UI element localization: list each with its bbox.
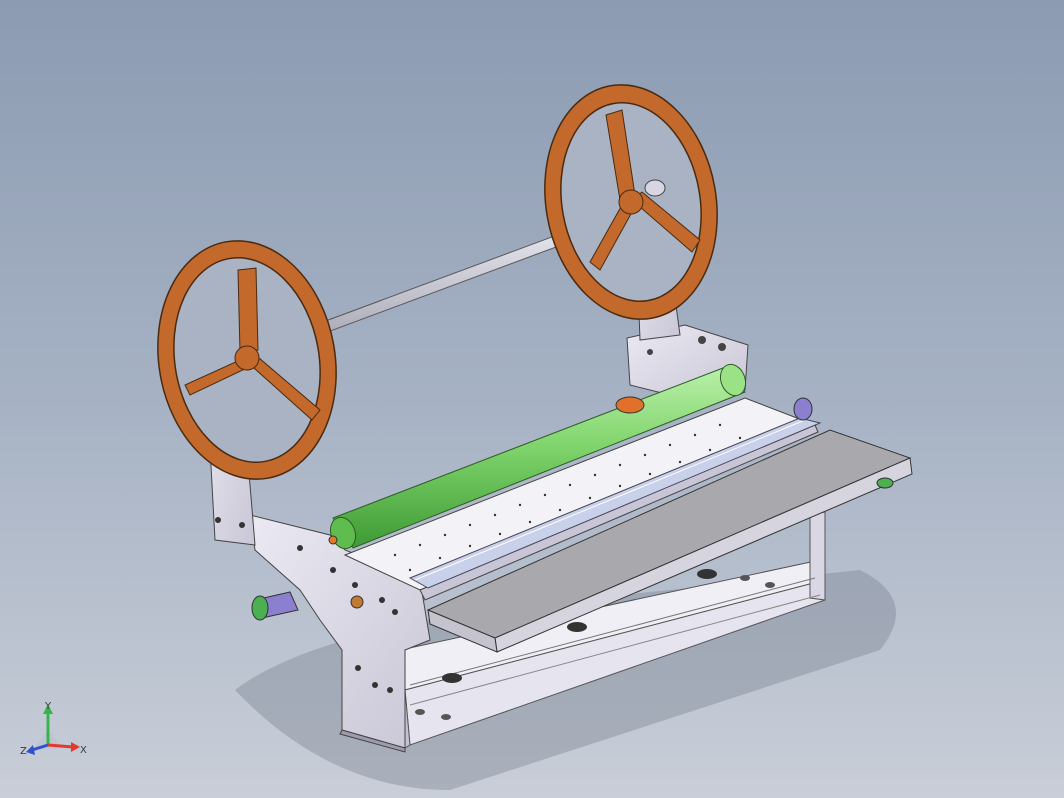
right-reel[interactable] (527, 71, 735, 333)
axis-triad: Y X Z (20, 701, 87, 757)
machine-model[interactable] (0, 0, 1064, 798)
left-drive-knob[interactable] (251, 591, 299, 621)
left-reel[interactable] (139, 227, 354, 494)
y-axis-label: Y (44, 701, 52, 712)
x-axis-label: X (80, 745, 87, 756)
z-axis-label: Z (20, 746, 27, 757)
x-axis-arrow (47, 743, 74, 749)
right-end-knob[interactable] (793, 397, 813, 421)
cad-viewport[interactable]: Y X Z (0, 0, 1064, 798)
